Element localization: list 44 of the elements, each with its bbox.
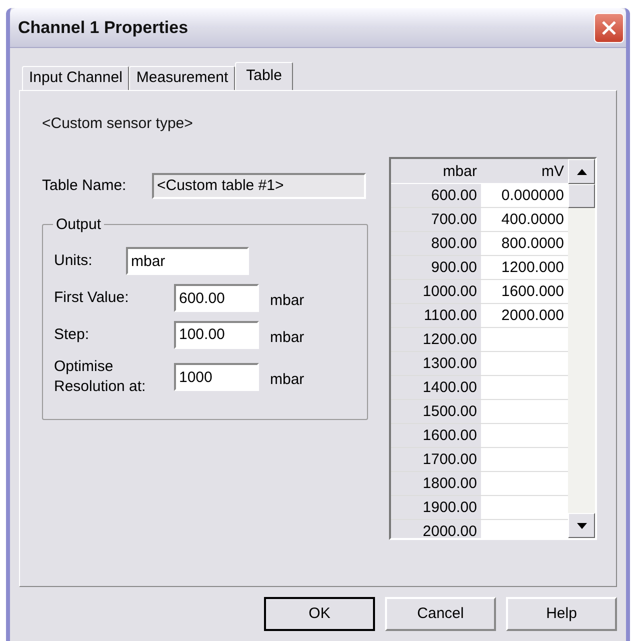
down-arrow-icon	[576, 522, 586, 528]
table-cell[interactable]	[481, 520, 568, 538]
table-cell[interactable]	[481, 400, 568, 424]
table-cell[interactable]	[481, 376, 568, 400]
field-label: First Value:	[54, 288, 130, 308]
unit-label: mbar	[270, 328, 304, 348]
table-cell[interactable]: 800.0000	[481, 232, 568, 256]
table-cell[interactable]: 1600.000	[481, 280, 568, 304]
field-label: Optimise Resolution at:	[54, 357, 147, 397]
unit-label: mbar	[270, 370, 304, 390]
value-field[interactable]: 600.00	[174, 284, 259, 312]
table-cell[interactable]	[481, 448, 568, 472]
tab[interactable]: Input Channel	[22, 66, 130, 90]
table-cell[interactable]	[481, 424, 568, 448]
table-cell[interactable]: 0.000000	[481, 184, 568, 208]
scroll-up-button[interactable]	[568, 159, 595, 184]
dialog-button[interactable]: OK	[264, 597, 375, 631]
sensor-type-label: <Custom sensor type>	[42, 114, 194, 133]
tab[interactable]: Table	[235, 62, 293, 90]
dialog-button[interactable]: Help	[506, 597, 617, 631]
units-field[interactable]: mbar	[126, 247, 249, 275]
dialog-button[interactable]: Cancel	[385, 597, 496, 631]
value-field[interactable]: 1000	[174, 363, 259, 391]
scroll-thumb[interactable]	[568, 184, 595, 208]
scroll-down-button[interactable]	[568, 513, 595, 538]
table-cell[interactable]: 400.0000	[481, 208, 568, 232]
unit-label: mbar	[270, 291, 304, 311]
close-button[interactable]	[594, 12, 624, 42]
table-cell[interactable]	[481, 328, 568, 352]
table-cell[interactable]: 2000.000	[481, 304, 568, 328]
up-arrow-icon	[576, 168, 586, 174]
field-label: Step:	[54, 324, 90, 345]
table-name-label: Table Name:	[42, 176, 128, 196]
table-name-field[interactable]: <Custom table #1>	[152, 173, 366, 199]
value-field[interactable]: 100.00	[174, 320, 259, 349]
close-icon	[601, 20, 617, 36]
scrollbar[interactable]	[568, 159, 595, 538]
table-cell[interactable]	[481, 496, 568, 520]
window-title: Channel 1 Properties	[18, 16, 188, 39]
table-cell[interactable]	[481, 352, 568, 376]
table-cell[interactable]	[481, 472, 568, 496]
table-cell[interactable]: 1200.000	[481, 256, 568, 280]
tab[interactable]: Measurement	[129, 66, 236, 90]
units-label: Units:	[54, 250, 94, 271]
